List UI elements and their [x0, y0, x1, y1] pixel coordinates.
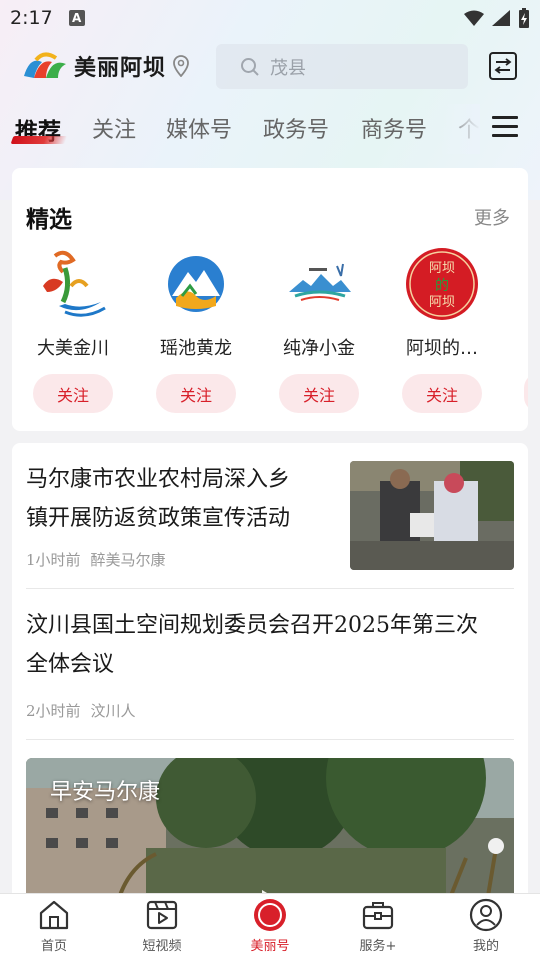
follow-button[interactable]: 关注	[279, 374, 359, 413]
logo-text: 美丽阿坝	[74, 56, 167, 81]
nav-service[interactable]: 服务+	[324, 894, 432, 960]
account-name: 阿坝的…	[406, 338, 478, 359]
channel-menu-icon[interactable]	[492, 116, 518, 138]
divider	[26, 739, 514, 740]
service-briefcase-icon	[362, 902, 394, 930]
follow-button[interactable]: 关注	[33, 374, 113, 413]
app-logo[interactable]: 美丽阿坝	[22, 50, 190, 82]
featured-section: 精选 更多 大美金川 关注 瑶池黄龙 关注 纯净小金 关注 阿坝 的 阿坝 阿坝…	[12, 168, 528, 431]
nav-label: 美丽号	[250, 939, 290, 954]
nav-label: 短视频	[142, 939, 182, 954]
nav-label: 首页	[40, 939, 67, 954]
account-name: 瑶池黄龙	[160, 338, 232, 359]
logo-text-top: 阿坝	[429, 261, 455, 276]
huanglong-logo-icon	[168, 256, 224, 312]
news-meta: 1小时前 醉美马尔康	[26, 549, 176, 570]
account-name: 大美金川	[37, 338, 109, 359]
logo-text-mid: 的	[435, 278, 449, 294]
follow-button[interactable]: 关注	[402, 374, 482, 413]
follow-button[interactable]: 关注	[156, 374, 236, 413]
search-input[interactable]: 茂县	[216, 44, 468, 89]
news-source: 醉美马尔康	[90, 551, 166, 569]
nav-label: 服务+	[359, 939, 397, 954]
account-item[interactable]: 纯净小金 关注	[269, 246, 369, 413]
profile-icon	[469, 898, 503, 932]
news-thumbnail	[350, 461, 514, 570]
nav-profile[interactable]: 我的	[432, 894, 540, 960]
status-time: 2:17	[10, 7, 53, 29]
tab-government[interactable]: 政务号	[263, 112, 329, 144]
search-placeholder: 茂县	[270, 57, 306, 79]
news-title: 马尔康市农业农村局深入乡 镇开展防返贫政策宣传活动	[26, 467, 291, 531]
account-item[interactable]: 大美金川 关注	[23, 246, 123, 413]
aba-de-logo-icon: 阿坝 的 阿坝	[406, 248, 478, 320]
follow-button-partial[interactable]	[524, 373, 528, 412]
menu-square-icon[interactable]	[488, 51, 518, 81]
jinchuan-logo-icon	[43, 250, 106, 317]
news-source: 汶川人	[90, 702, 136, 720]
short-video-icon	[146, 900, 178, 930]
account-item[interactable]: 瑶池黄龙 关注	[146, 246, 246, 413]
signal-icon	[492, 10, 510, 26]
bottom-navigation: 首页 短视频 美丽号 服务+ 我的	[0, 893, 540, 960]
news-list: 马尔康市农业农村局深入乡 镇开展防返贫政策宣传活动 1小时前 醉美马尔康 汶川县国…	[12, 443, 528, 903]
meili-icon	[254, 899, 286, 931]
nav-label: 我的	[472, 939, 499, 954]
featured-title: 精选	[26, 207, 72, 233]
logo-icon	[24, 52, 66, 78]
wifi-icon	[464, 10, 484, 26]
news-time: 2小时前	[26, 702, 81, 720]
account-item[interactable]: 阿坝 的 阿坝 阿坝的… 关注	[392, 246, 492, 413]
tab-follow[interactable]: 关注	[92, 112, 136, 144]
nav-home[interactable]: 首页	[0, 894, 108, 960]
status-bar: 2:17 A	[0, 0, 540, 36]
featured-more-link[interactable]: 更多	[474, 204, 510, 230]
news-meta: 2小时前 汶川人	[26, 700, 146, 721]
tab-business[interactable]: 商务号	[361, 112, 427, 144]
notification-a-icon: A	[68, 10, 85, 26]
news-time: 1小时前	[26, 551, 81, 569]
active-tab-indicator	[10, 136, 68, 144]
home-icon	[39, 900, 69, 930]
status-icons	[464, 8, 530, 28]
location-pin-icon[interactable]	[172, 55, 190, 77]
video-item[interactable]: 早安马尔康	[26, 758, 514, 903]
nav-short-video[interactable]: 短视频	[108, 894, 216, 960]
tab-fade	[440, 104, 480, 154]
xiaojin-logo-icon	[289, 263, 351, 301]
battery-icon	[519, 8, 529, 28]
app-header: 美丽阿坝 茂县	[0, 40, 540, 94]
divider	[26, 588, 514, 589]
logo-text-bottom: 阿坝	[429, 295, 455, 310]
news-title: 汶川县国土空间规划委员会召开2025年第三次 全体会议	[26, 613, 478, 677]
nav-meili[interactable]: 美丽号	[216, 894, 324, 960]
tab-media[interactable]: 媒体号	[166, 112, 232, 144]
account-name: 纯净小金	[283, 338, 355, 359]
search-icon	[241, 57, 259, 76]
video-title: 早安马尔康	[50, 780, 161, 805]
